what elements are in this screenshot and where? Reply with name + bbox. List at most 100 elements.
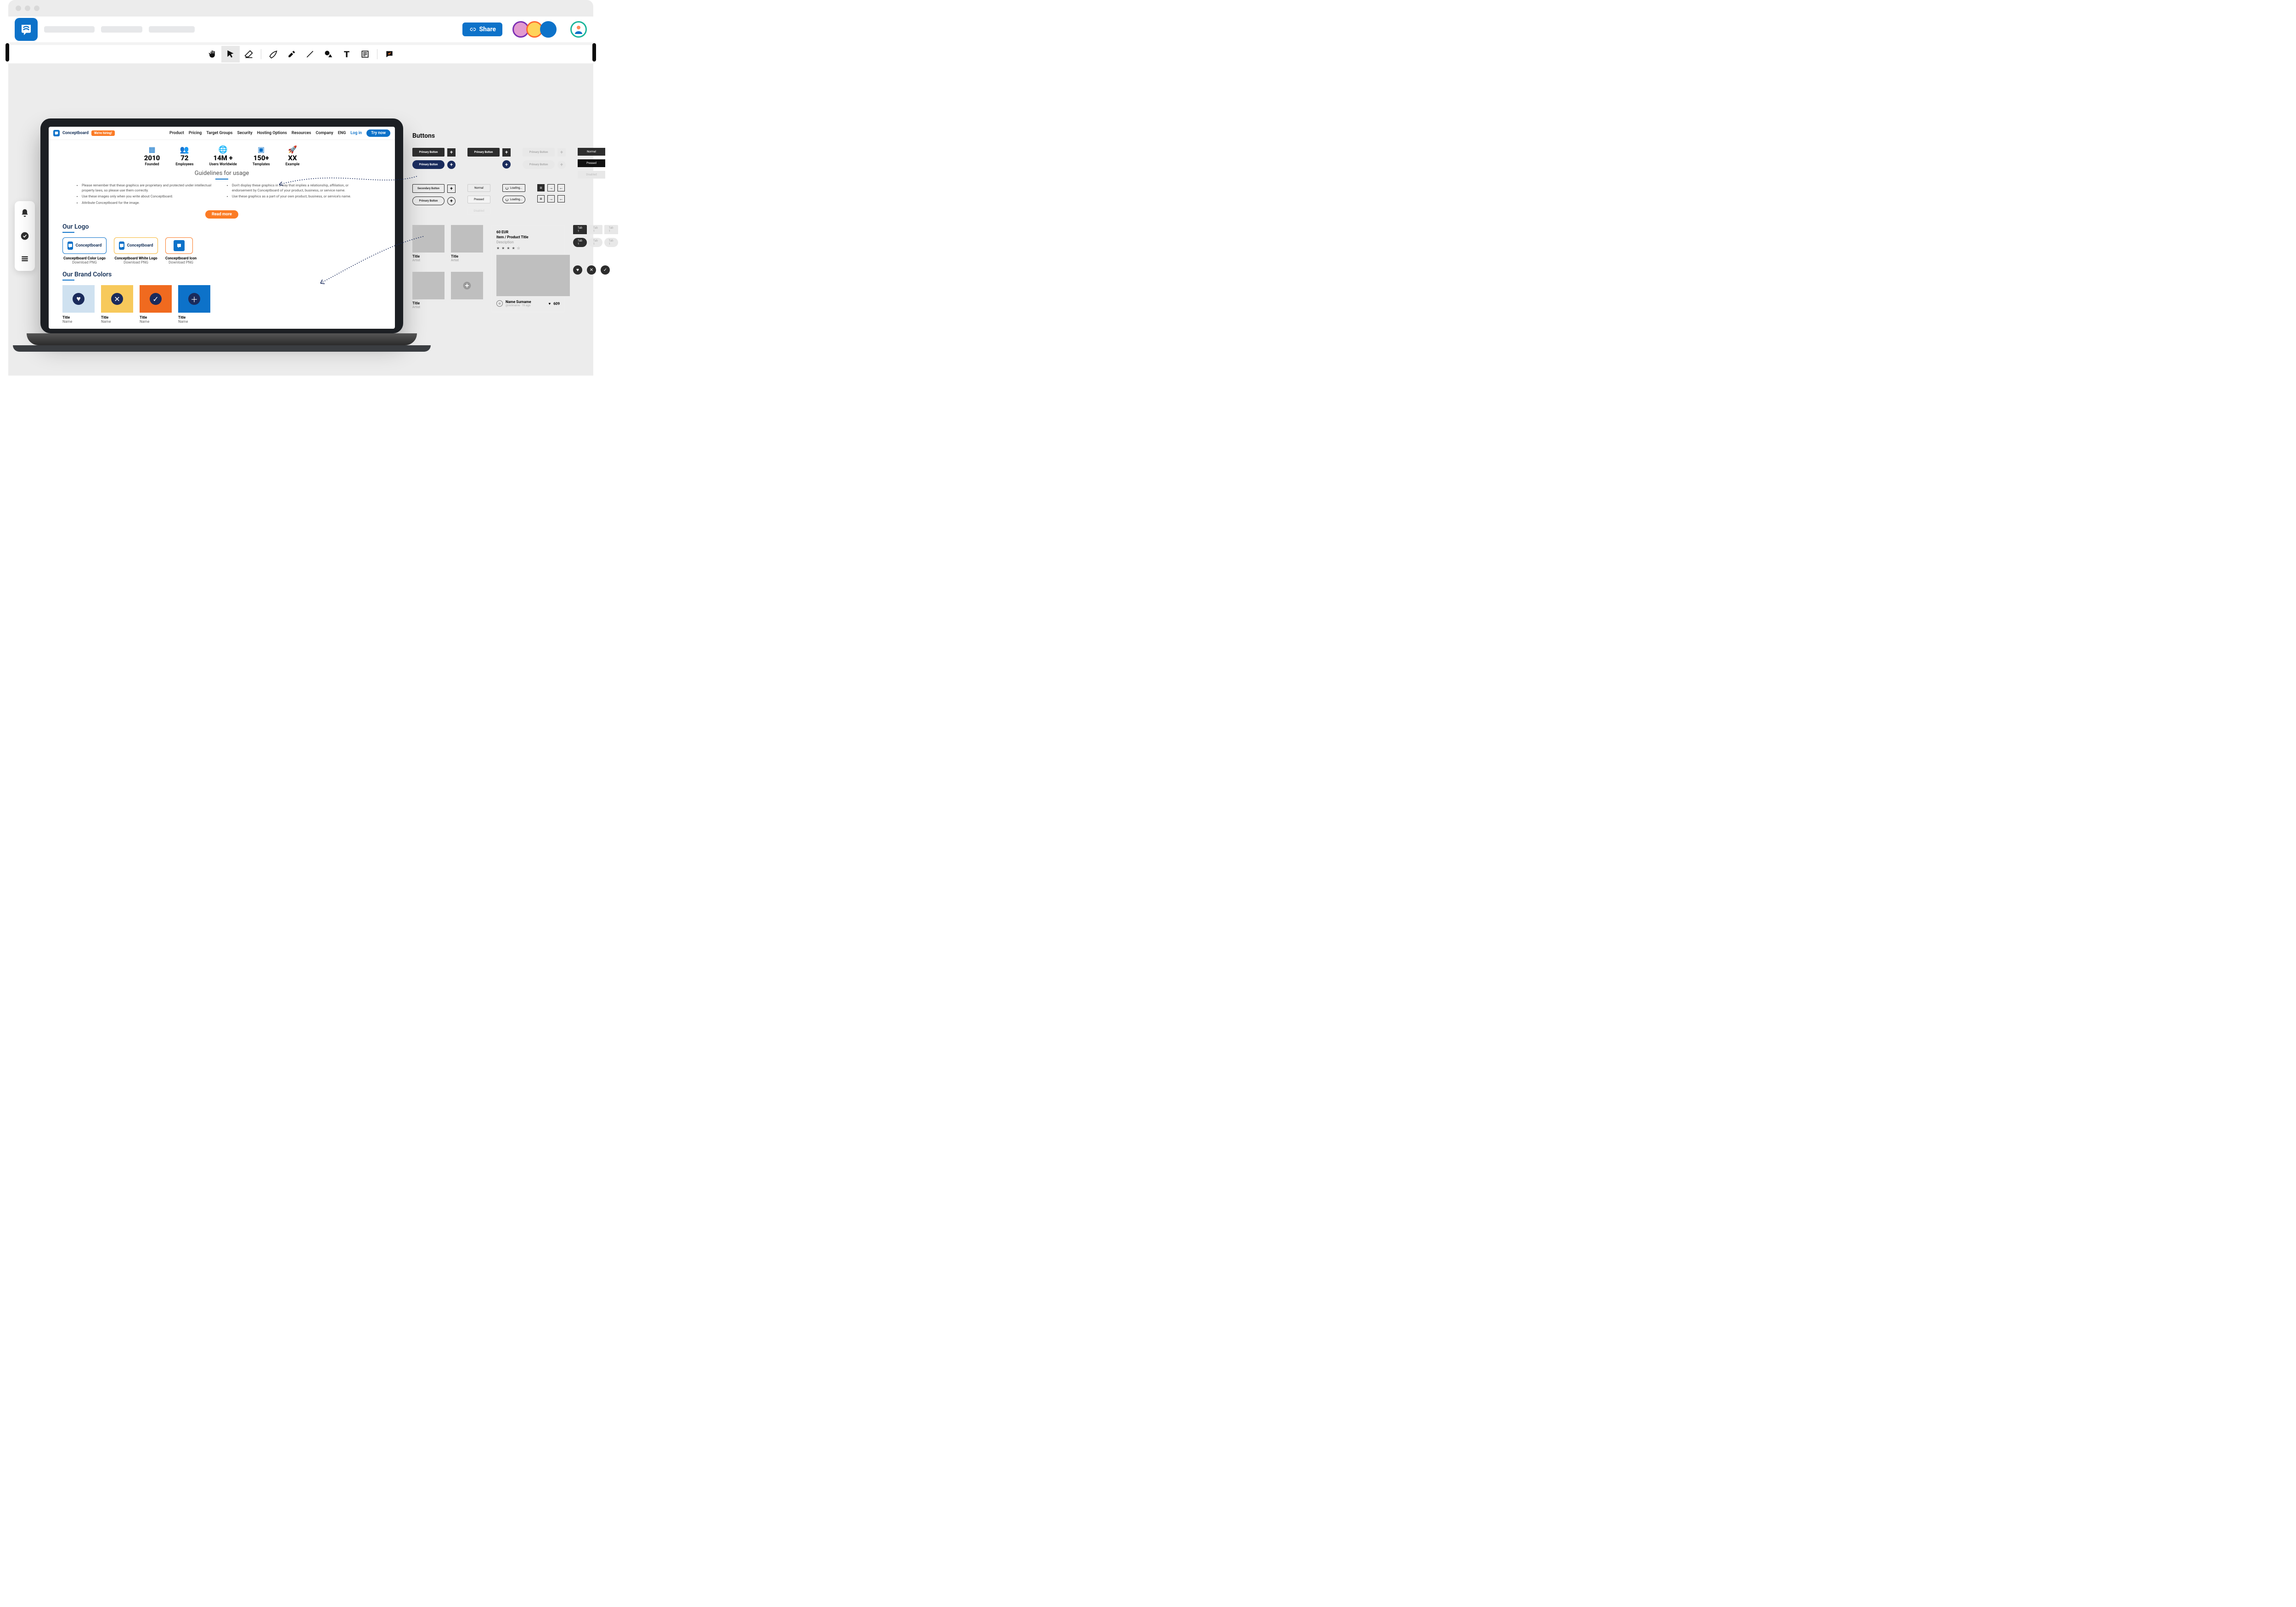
tab-active[interactable]: Tab 1 — [573, 225, 587, 234]
primary-button-disabled: Primary Button — [523, 148, 555, 157]
website-screenshot: Conceptboard We're hiring! Product Prici… — [49, 127, 395, 329]
nav-item[interactable]: Company — [316, 131, 333, 135]
rating-stars: ★ ★ ★ ★ ☆ — [496, 246, 560, 250]
our-logo-heading: Our Logo — [62, 223, 381, 230]
hand-tool[interactable] — [203, 46, 221, 62]
add-button[interactable]: + — [502, 148, 511, 157]
nav-item[interactable]: ENG — [338, 131, 346, 135]
add-button[interactable]: + — [447, 148, 456, 157]
add-button-round[interactable]: + — [502, 160, 511, 169]
check-icon: ✓ — [150, 293, 162, 305]
avatar[interactable] — [540, 21, 557, 38]
user-avatar-icon: ☺ — [496, 300, 503, 307]
tab[interactable]: Tab 1 — [604, 225, 618, 234]
logo-chip-icon — [68, 242, 73, 250]
ui-kit-panel: Buttons Primary Button+ Primary Button+ … — [412, 132, 610, 312]
avatar-self[interactable] — [570, 21, 587, 38]
left-dock — [15, 201, 35, 271]
template-icon: ▣ — [253, 145, 270, 154]
pen-tool[interactable] — [264, 46, 282, 62]
tab-pill[interactable]: Tab 1 — [604, 238, 618, 247]
tab[interactable]: Tab 1 — [589, 225, 602, 234]
share-button[interactable]: Share — [462, 22, 502, 36]
arrow-right-button[interactable]: → — [547, 184, 555, 191]
nav-item[interactable]: Resources — [292, 131, 311, 135]
browser-frame: Share — [8, 0, 593, 42]
read-more-button[interactable]: Read more — [205, 210, 238, 219]
state-normal[interactable]: Normal — [578, 148, 605, 156]
tasks-button[interactable] — [19, 230, 30, 242]
arrow-left-button[interactable]: ← — [557, 195, 565, 202]
eraser-tool[interactable] — [240, 46, 258, 62]
toolbar-container — [8, 42, 593, 63]
favorite-icon-button[interactable]: ♥ — [573, 265, 582, 275]
menu-icon-button[interactable]: ≡ — [537, 195, 545, 202]
spinner-icon — [506, 187, 508, 190]
plus-icon: ＋ — [188, 293, 200, 305]
add-button-outline[interactable]: + — [447, 185, 456, 193]
hiring-badge: We're hiring! — [91, 130, 115, 136]
traffic-dot — [16, 6, 21, 11]
text-tool[interactable] — [338, 46, 356, 62]
pointer-tool[interactable] — [221, 46, 240, 62]
state-pressed[interactable]: Pressed — [578, 159, 605, 167]
heart-icon[interactable]: ♥ — [548, 302, 551, 306]
outline-button[interactable] — [19, 253, 30, 264]
nav-item[interactable]: Pricing — [189, 131, 202, 135]
app-logo[interactable] — [15, 18, 38, 41]
laptop-mockup: Conceptboard We're hiring! Product Prici… — [40, 118, 403, 352]
tab-pill[interactable]: Tab 1 — [589, 238, 602, 247]
tab-pill-active[interactable]: Tab 1 — [573, 238, 587, 247]
breadcrumb-placeholder — [44, 26, 95, 33]
close-icon-button[interactable]: ✕ — [587, 265, 596, 275]
close-icon: ✕ — [111, 293, 123, 305]
spinner-icon — [506, 198, 508, 201]
state-pressed-outline[interactable]: Pressed — [467, 196, 490, 203]
notifications-button[interactable] — [19, 208, 30, 219]
primary-button-round-disabled: Primary Button — [523, 160, 555, 169]
secondary-button-round[interactable]: Primary Button — [412, 197, 445, 205]
connector-arrow — [321, 236, 426, 286]
state-normal-outline[interactable]: Normal — [467, 184, 490, 192]
try-now-button[interactable]: Try now — [366, 129, 390, 137]
shape-tool[interactable] — [319, 46, 338, 62]
highlighter-tool[interactable] — [282, 46, 301, 62]
share-label: Share — [479, 26, 496, 33]
loading-button-round[interactable]: Loading... — [502, 196, 525, 203]
primary-button[interactable]: Primary Button — [412, 148, 445, 157]
add-button-outline-round[interactable]: + — [447, 197, 456, 205]
nav-item[interactable]: Product — [169, 131, 184, 135]
note-tool[interactable] — [356, 46, 374, 62]
canvas[interactable]: Conceptboard We're hiring! Product Prici… — [8, 63, 593, 376]
product-card[interactable]: 60 EUR Item / Product Title Desciption ★… — [491, 225, 565, 312]
primary-button[interactable]: Primary Button — [467, 148, 500, 157]
state-disabled: Disabled — [578, 171, 605, 179]
loading-button[interactable]: Loading... — [502, 184, 525, 192]
arrow-left-button[interactable]: ← — [557, 184, 565, 191]
primary-button-round[interactable]: Primary Button — [412, 160, 445, 169]
site-logo-icon — [53, 130, 60, 136]
canvas-toolbar — [8, 45, 593, 63]
nav-item[interactable]: Security — [237, 131, 253, 135]
login-link[interactable]: Log in — [350, 131, 362, 135]
plus-icon — [451, 272, 483, 299]
breadcrumb-placeholder — [101, 26, 142, 33]
nav-item[interactable]: Hosting Options — [257, 131, 287, 135]
collaborator-avatars — [515, 21, 587, 38]
site-brand: Conceptboard — [62, 131, 89, 135]
calendar-icon: ▦ — [144, 145, 160, 154]
comment-tool[interactable] — [380, 46, 399, 62]
add-button-round-disabled: + — [557, 161, 566, 169]
confirm-icon-button[interactable]: ✓ — [601, 265, 610, 275]
logo-chip-icon — [174, 240, 185, 251]
traffic-dot — [34, 6, 39, 11]
arrow-right-button[interactable]: → — [547, 195, 555, 202]
media-card[interactable]: TitleArtist — [451, 225, 483, 265]
add-button-round[interactable]: + — [447, 161, 456, 169]
menu-icon-button[interactable]: ≡ — [537, 184, 545, 191]
add-media-card[interactable] — [451, 272, 483, 312]
nav-item[interactable]: Target Groups — [206, 131, 232, 135]
stats-row: ▦2010Founded 👥72Employees 🌐14M +Users Wo… — [49, 140, 395, 168]
line-tool[interactable] — [301, 46, 319, 62]
site-nav: Product Pricing Target Groups Security H… — [169, 129, 390, 137]
